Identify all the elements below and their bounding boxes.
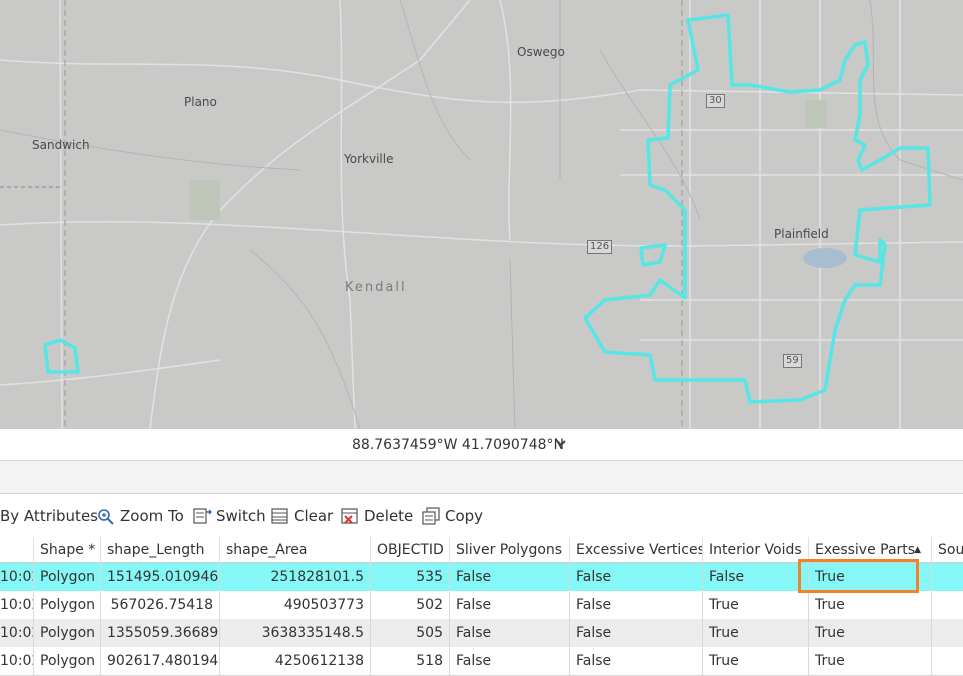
column-header-source[interactable]: Sou [932, 537, 963, 563]
zoom-to-button[interactable]: Zoom To [96, 507, 184, 525]
column-header-interior-voids[interactable]: Interior Voids [703, 537, 809, 563]
city-label: Plano [184, 95, 217, 109]
copy-button[interactable]: Copy [421, 507, 483, 525]
copy-label: Copy [445, 507, 484, 525]
cell-source[interactable] [932, 591, 963, 619]
column-header-label: Exessive Parts [815, 542, 916, 558]
zoom-to-label: Zoom To [120, 507, 184, 525]
cell-source[interactable] [932, 619, 963, 647]
cell-oid[interactable]: 518 [371, 647, 450, 675]
cell-voids[interactable]: True [703, 647, 809, 675]
cell-sliver[interactable]: False [450, 619, 570, 647]
select-by-attributes-button[interactable]: By Attributes [0, 507, 98, 525]
switch-label: Switch [216, 507, 266, 525]
column-header-objectid[interactable]: OBJECTID [371, 537, 450, 563]
cell-date[interactable]: 10:02 [0, 647, 34, 675]
cell-area[interactable]: 490503773 [220, 591, 371, 619]
cell-sliver[interactable]: False [450, 591, 570, 619]
delete-label: Delete [364, 507, 414, 525]
road-network [0, 0, 963, 429]
cell-sliver[interactable]: False [450, 563, 570, 591]
switch-icon [192, 507, 212, 525]
selected-polygon[interactable] [43, 13, 932, 404]
cell-length[interactable]: 151495.010946 [101, 563, 220, 591]
map-canvas [0, 0, 963, 429]
cell-area[interactable]: 3638335148.5 [220, 619, 371, 647]
pane-divider [0, 461, 963, 494]
cell-shape[interactable]: Polygon [34, 619, 101, 647]
route-shield: 59 [783, 354, 802, 368]
chevron-down-icon[interactable] [555, 436, 567, 452]
clear-icon [270, 507, 290, 525]
coordinate-bar: 88.7637459°W 41.7090748°N [0, 429, 963, 461]
cell-date[interactable]: 10:02 [0, 563, 34, 591]
city-label: Oswego [517, 45, 565, 59]
route-shield: 126 [587, 240, 613, 254]
table-row[interactable]: 10:02Polygon1355059.3668953638335148.550… [0, 619, 963, 648]
city-label: Plainfield [774, 227, 829, 241]
cell-length[interactable]: 902617.480194 [101, 647, 220, 675]
cell-shape[interactable]: Polygon [34, 563, 101, 591]
cell-oid[interactable]: 502 [371, 591, 450, 619]
zoom-to-icon [96, 507, 116, 525]
column-header-sliver-polygons[interactable]: Sliver Polygons [450, 537, 570, 563]
cell-parts[interactable]: True [809, 591, 932, 619]
cell-sliver[interactable]: False [450, 647, 570, 675]
cell-parts[interactable]: True [809, 619, 932, 647]
cell-length[interactable]: 567026.75418 [101, 591, 220, 619]
column-header-shape-area[interactable]: shape_Area [220, 537, 371, 563]
cell-parts[interactable]: True [809, 647, 932, 675]
copy-icon [421, 507, 441, 525]
select-by-attributes-label: By Attributes [0, 507, 98, 525]
county-label: Kendall [345, 280, 407, 295]
cell-oid[interactable]: 535 [371, 563, 450, 591]
cell-vertices[interactable]: False [570, 619, 703, 647]
clear-selection-button[interactable]: Clear [270, 507, 333, 525]
cell-voids[interactable]: True [703, 591, 809, 619]
cell-date[interactable]: 10:02 [0, 619, 34, 647]
delete-icon [340, 507, 360, 525]
table-toolbar: By Attributes Zoom To Switch Clear Delet… [0, 496, 963, 536]
switch-selection-button[interactable]: Switch [192, 507, 266, 525]
cell-vertices[interactable]: False [570, 563, 703, 591]
route-shield: 30 [706, 94, 725, 108]
cell-shape[interactable]: Polygon [34, 591, 101, 619]
cell-source[interactable] [932, 563, 963, 591]
map-view[interactable]: Oswego Plano Sandwich Yorkville Plainfie… [0, 0, 963, 429]
cell-area[interactable]: 251828101.5 [220, 563, 371, 591]
cell-oid[interactable]: 505 [371, 619, 450, 647]
cell-voids[interactable]: False [703, 563, 809, 591]
cell-shape[interactable]: Polygon [34, 647, 101, 675]
highlight-box [798, 559, 919, 593]
column-header-excessive-vertices[interactable]: Excessive Vertices [570, 537, 703, 563]
column-header[interactable] [0, 537, 34, 563]
cell-voids[interactable]: True [703, 619, 809, 647]
cell-length[interactable]: 1355059.366895 [101, 619, 220, 647]
coordinate-readout: 88.7637459°W 41.7090748°N [352, 437, 564, 453]
attribute-table: Shape * shape_Length shape_Area OBJECTID… [0, 537, 963, 676]
city-label: Yorkville [344, 152, 394, 166]
column-header-shape[interactable]: Shape * [34, 537, 101, 563]
delete-button[interactable]: Delete [340, 507, 413, 525]
column-header-shape-length[interactable]: shape_Length [101, 537, 220, 563]
table-row[interactable]: 10:02Polygon567026.75418490503773502Fals… [0, 591, 963, 620]
cell-area[interactable]: 4250612138 [220, 647, 371, 675]
cell-date[interactable]: 10:02 [0, 591, 34, 619]
clear-label: Clear [294, 507, 334, 525]
lake [803, 248, 847, 268]
cell-vertices[interactable]: False [570, 591, 703, 619]
cell-source[interactable] [932, 647, 963, 675]
city-label: Sandwich [32, 138, 90, 152]
cell-vertices[interactable]: False [570, 647, 703, 675]
